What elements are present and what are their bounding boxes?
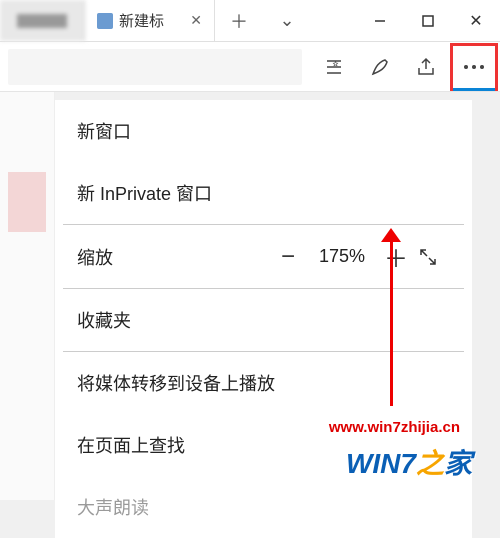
tab-favicon — [97, 13, 113, 29]
fullscreen-button[interactable] — [418, 247, 462, 267]
share-button[interactable] — [404, 44, 448, 90]
chevron-down-icon: ⌄ — [279, 10, 294, 31]
menu-new-window[interactable]: 新窗口 — [55, 100, 472, 162]
menu-zoom-row: 缩放 − 175% ＋ — [55, 225, 472, 288]
address-input[interactable] — [8, 49, 302, 85]
tab-close-icon[interactable]: ✕ — [190, 12, 202, 29]
reading-list-button[interactable] — [312, 44, 356, 90]
zoom-out-button[interactable]: − — [266, 243, 310, 271]
share-icon — [415, 56, 437, 78]
maximize-button[interactable] — [404, 0, 452, 41]
menu-new-inprivate-label: 新 InPrivate 窗口 — [77, 180, 212, 206]
menu-read-aloud[interactable]: 大声朗读 — [55, 476, 472, 538]
menu-find-label: 在页面上查找 — [77, 432, 185, 458]
toolbar — [0, 42, 500, 92]
titlebar: 新建标 ✕ ＋ ⌄ ✕ — [0, 0, 500, 42]
menu-cast[interactable]: 将媒体转移到设备上播放 — [55, 352, 472, 414]
more-icon — [463, 64, 485, 70]
menu-new-window-label: 新窗口 — [77, 118, 131, 144]
zoom-value: 175% — [310, 246, 374, 267]
pen-icon — [369, 56, 391, 78]
menu-favorites-label: 收藏夹 — [77, 307, 131, 333]
menu-new-inprivate[interactable]: 新 InPrivate 窗口 — [55, 162, 472, 224]
plus-icon: ＋ — [384, 246, 408, 273]
menu-read-aloud-label: 大声朗读 — [77, 494, 149, 520]
minus-icon: − — [281, 243, 295, 270]
fullscreen-icon — [418, 247, 438, 267]
notes-button[interactable] — [358, 44, 402, 90]
zoom-label: 缩放 — [77, 244, 113, 270]
new-tab-button[interactable]: ＋ — [215, 0, 263, 41]
maximize-icon — [422, 15, 434, 27]
annotation-arrow — [390, 238, 393, 406]
zoom-in-button[interactable]: ＋ — [374, 239, 418, 274]
tab-current[interactable]: 新建标 ✕ — [85, 0, 215, 41]
more-menu-button[interactable] — [450, 43, 498, 91]
plus-icon: ＋ — [230, 8, 248, 34]
close-icon: ✕ — [469, 11, 482, 31]
close-window-button[interactable]: ✕ — [452, 0, 500, 41]
menu-favorites[interactable]: 收藏夹 — [55, 289, 472, 351]
watermark-url: www.win7zhijia.cn — [329, 419, 460, 436]
watermark-logo: WIN7之家 — [346, 442, 472, 482]
star-list-icon — [323, 56, 345, 78]
annotation-arrow-head — [381, 228, 401, 242]
tab-actions-button[interactable]: ⌄ — [263, 0, 311, 41]
menu-cast-label: 将媒体转移到设备上播放 — [77, 370, 275, 396]
minimize-icon — [374, 15, 386, 27]
tab-previous[interactable] — [0, 0, 85, 41]
page-background — [0, 92, 55, 500]
tab-title: 新建标 — [119, 10, 164, 31]
minimize-button[interactable] — [356, 0, 404, 41]
